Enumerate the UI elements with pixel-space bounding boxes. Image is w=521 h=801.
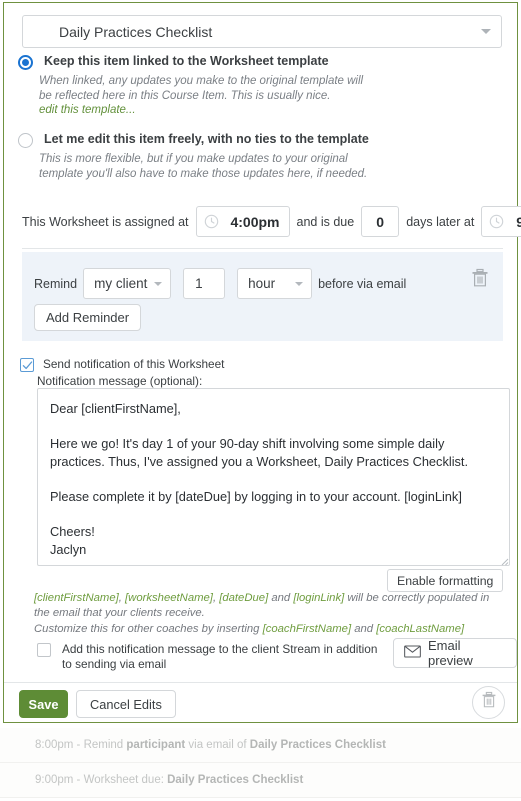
worksheet-editor-card: Daily Practices Checklist Keep this item… — [3, 2, 521, 723]
radio-option-edit-freely[interactable]: Let me edit this item freely, with no ti… — [18, 132, 369, 148]
send-notification-label: Send notification of this Worksheet — [43, 357, 225, 371]
timeline-due-time: 9:00pm — [35, 774, 74, 786]
reminder-recipient-select[interactable]: my client — [83, 268, 172, 299]
reminder-suffix-label: before via email — [318, 276, 407, 291]
radio-option-keep-linked[interactable]: Keep this item linked to the Worksheet t… — [18, 54, 329, 70]
chevron-down-icon — [154, 281, 163, 286]
footer-divider — [4, 682, 517, 683]
radio-edit-freely-label: Let me edit this item freely, with no ti… — [44, 132, 369, 146]
delete-item-button[interactable] — [472, 686, 505, 719]
email-preview-label: Email preview — [428, 638, 473, 668]
worksheet-title-select[interactable]: Daily Practices Checklist — [22, 15, 502, 48]
due-time-field[interactable]: 9:00pm — [481, 206, 521, 237]
timeline-row-reminder[interactable]: 8:00pm - Remind participant via email of… — [0, 728, 521, 763]
keep-linked-hint: When linked, any updates you make to the… — [39, 75, 364, 102]
days-later-field[interactable]: 0 — [361, 206, 400, 237]
timeline-reminder-lead: - Remind — [73, 739, 127, 751]
variable-date-due: [dateDue] — [219, 592, 269, 604]
timeline-due-lead: - Worksheet due: — [73, 774, 168, 786]
assigned-time-field[interactable]: 4:00pm — [195, 206, 290, 237]
reminder-amount-field[interactable]: 1 — [183, 268, 226, 299]
email-preview-button[interactable]: Email preview — [393, 638, 517, 668]
due-time-value: 9:00pm — [516, 213, 521, 230]
timeline-due-worksheet: Daily Practices Checklist — [167, 774, 304, 786]
template-variables-note: [clientFirstName], [worksheetName], [dat… — [34, 591, 504, 621]
chevron-down-icon — [295, 281, 304, 286]
timeline-reminder-text: 8:00pm - Remind participant via email of… — [35, 739, 386, 751]
enable-formatting-button[interactable]: Enable formatting — [387, 569, 504, 592]
timeline-row-due[interactable]: 9:00pm - Worksheet due: Daily Practices … — [0, 763, 521, 798]
coach-variables-note: Customize this for other coaches by inse… — [34, 622, 504, 637]
timeline-reminder-recipient: participant — [126, 739, 186, 751]
envelope-icon — [404, 645, 421, 661]
radio-selected-dot — [22, 59, 29, 66]
edit-template-link[interactable]: edit this template... — [39, 104, 136, 116]
schedule-suffix-label: days later at — [406, 214, 475, 229]
schedule-row: This Worksheet is assigned at 4:00pm and… — [22, 206, 521, 237]
add-reminder-button[interactable]: Add Reminder — [34, 304, 142, 331]
timeline-reminder-mid: via email of — [185, 739, 250, 751]
notification-message-textarea[interactable]: Dear [clientFirstName], Here we go! It's… — [37, 388, 510, 566]
radio-keep-linked-label: Keep this item linked to the Worksheet t… — [44, 54, 329, 68]
variable-coach-last-name: [coachLastName] — [376, 623, 465, 635]
timeline-reminder-time: 8:00pm — [35, 739, 74, 751]
trash-icon — [481, 691, 497, 714]
variable-client-first-name: [clientFirstName] — [34, 592, 119, 604]
clock-icon — [489, 214, 504, 229]
reminder-unit-value: hour — [248, 276, 276, 291]
save-button[interactable]: Save — [19, 690, 68, 718]
schedule-prefix-label: This Worksheet is assigned at — [22, 214, 189, 229]
worksheet-editor-page: Daily Practices Checklist Keep this item… — [0, 0, 521, 801]
variable-coach-first-name: [coachFirstName] — [262, 623, 352, 635]
notification-message-label: Notification message (optional): — [37, 374, 203, 388]
chevron-down-icon — [481, 29, 491, 34]
radio-edit-freely-input[interactable] — [18, 133, 33, 148]
variables-sep-3: and — [268, 592, 294, 604]
radio-keep-linked-input[interactable] — [18, 55, 33, 70]
trash-icon[interactable] — [471, 268, 489, 293]
clock-icon — [204, 214, 219, 229]
schedule-middle-label: and is due — [296, 214, 355, 229]
reminder-unit-select[interactable]: hour — [237, 268, 313, 299]
reminder-panel: Remind my client 1 hour before via email… — [22, 252, 503, 341]
cancel-edits-button[interactable]: Cancel Edits — [76, 690, 176, 718]
variable-login-link: [loginLink] — [293, 592, 345, 604]
reminder-prefix-label: Remind — [34, 276, 78, 291]
reminder-row: Remind my client 1 hour before via email — [34, 268, 406, 299]
coach-note-lead: Customize this for other coaches by inse… — [34, 623, 263, 635]
timeline-due-text: 9:00pm - Worksheet due: Daily Practices … — [35, 774, 303, 786]
send-notification-checkbox[interactable] — [20, 358, 34, 372]
send-notification-row[interactable]: Send notification of this Worksheet — [20, 357, 224, 372]
add-to-stream-checkbox[interactable] — [37, 643, 51, 657]
assigned-time-value: 4:00pm — [230, 213, 280, 230]
section-divider — [22, 248, 503, 249]
reminder-recipient-value: my client — [94, 276, 148, 291]
add-to-stream-row[interactable]: Add this notification message to the cli… — [37, 642, 382, 672]
timeline-reminder-worksheet: Daily Practices Checklist — [249, 739, 386, 751]
textarea-resize-handle[interactable] — [499, 553, 509, 566]
variable-worksheet-name: [worksheetName] — [125, 592, 213, 604]
worksheet-title-value: Daily Practices Checklist — [59, 23, 213, 40]
edit-freely-hint: This is more flexible, but if you make u… — [39, 153, 368, 180]
coach-note-mid: and — [351, 623, 377, 635]
add-to-stream-label: Add this notification message to the cli… — [62, 642, 378, 671]
